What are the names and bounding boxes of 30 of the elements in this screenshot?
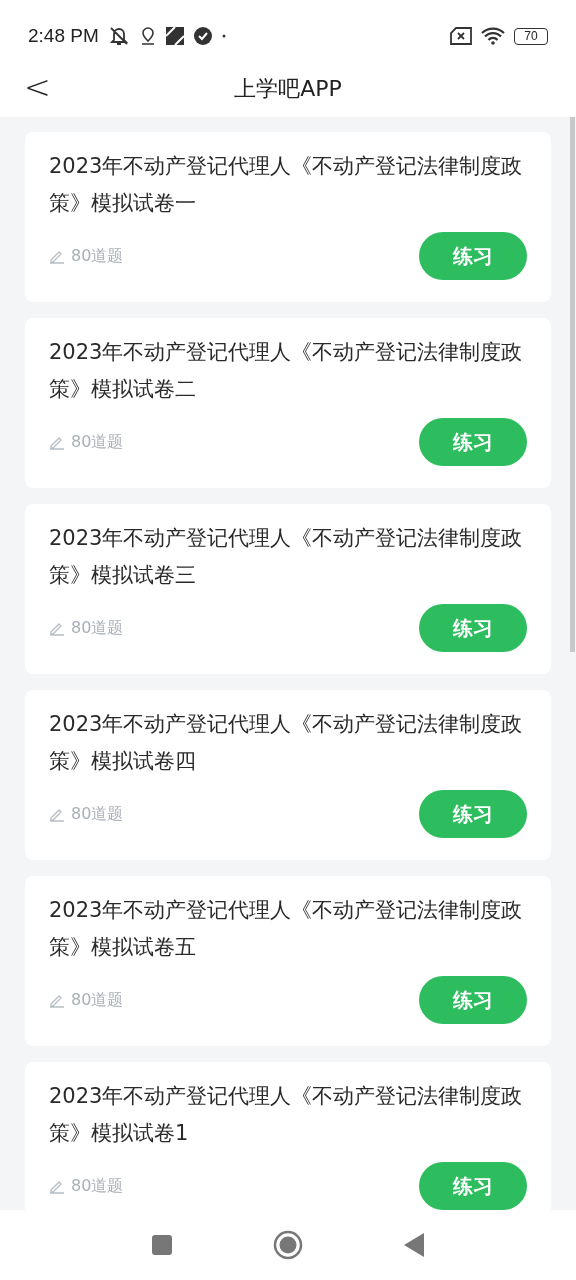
home-icon[interactable]: [273, 1230, 303, 1260]
question-count: 80道题: [71, 245, 124, 267]
practice-button[interactable]: 练习: [419, 604, 527, 652]
status-time: 2:48 PM: [28, 25, 99, 47]
paper-title: 2023年不动产登记代理人《不动产登记法律制度政策》模拟试卷二: [49, 339, 524, 403]
practice-button[interactable]: 练习: [419, 790, 527, 838]
recent-apps-icon[interactable]: [151, 1234, 173, 1256]
dot-icon: [220, 33, 227, 39]
back-icon[interactable]: [403, 1232, 425, 1258]
question-count: 80道题: [71, 617, 124, 639]
no-sim-icon: [450, 27, 472, 45]
practice-button[interactable]: 练习: [419, 418, 527, 466]
battery-icon: 70: [514, 27, 548, 45]
paper-title: 2023年不动产登记代理人《不动产登记法律制度政策》模拟试卷1: [49, 1083, 524, 1147]
question-count: 80道题: [71, 989, 124, 1011]
practice-button[interactable]: 练习: [419, 976, 527, 1024]
page-title: 上学吧APP: [234, 74, 342, 103]
paper-title: 2023年不动产登记代理人《不动产登记法律制度政策》模拟试卷五: [49, 897, 524, 961]
wifi-icon: [480, 26, 506, 46]
question-count: 80道题: [71, 1175, 124, 1197]
paper-title: 2023年不动产登记代理人《不动产登记法律制度政策》模拟试卷四: [49, 711, 524, 775]
question-count: 80道题: [71, 431, 124, 453]
app-icon: [164, 26, 185, 46]
paper-title: 2023年不动产登记代理人《不动产登记法律制度政策》模拟试卷三: [49, 525, 524, 589]
paper-title: 2023年不动产登记代理人《不动产登记法律制度政策》模拟试卷一: [49, 153, 524, 217]
practice-button[interactable]: 练习: [419, 232, 527, 280]
back-button[interactable]: <: [18, 68, 57, 106]
practice-button[interactable]: 练习: [419, 1162, 527, 1210]
check-circle-icon: [192, 26, 213, 46]
question-count: 80道题: [71, 803, 124, 825]
